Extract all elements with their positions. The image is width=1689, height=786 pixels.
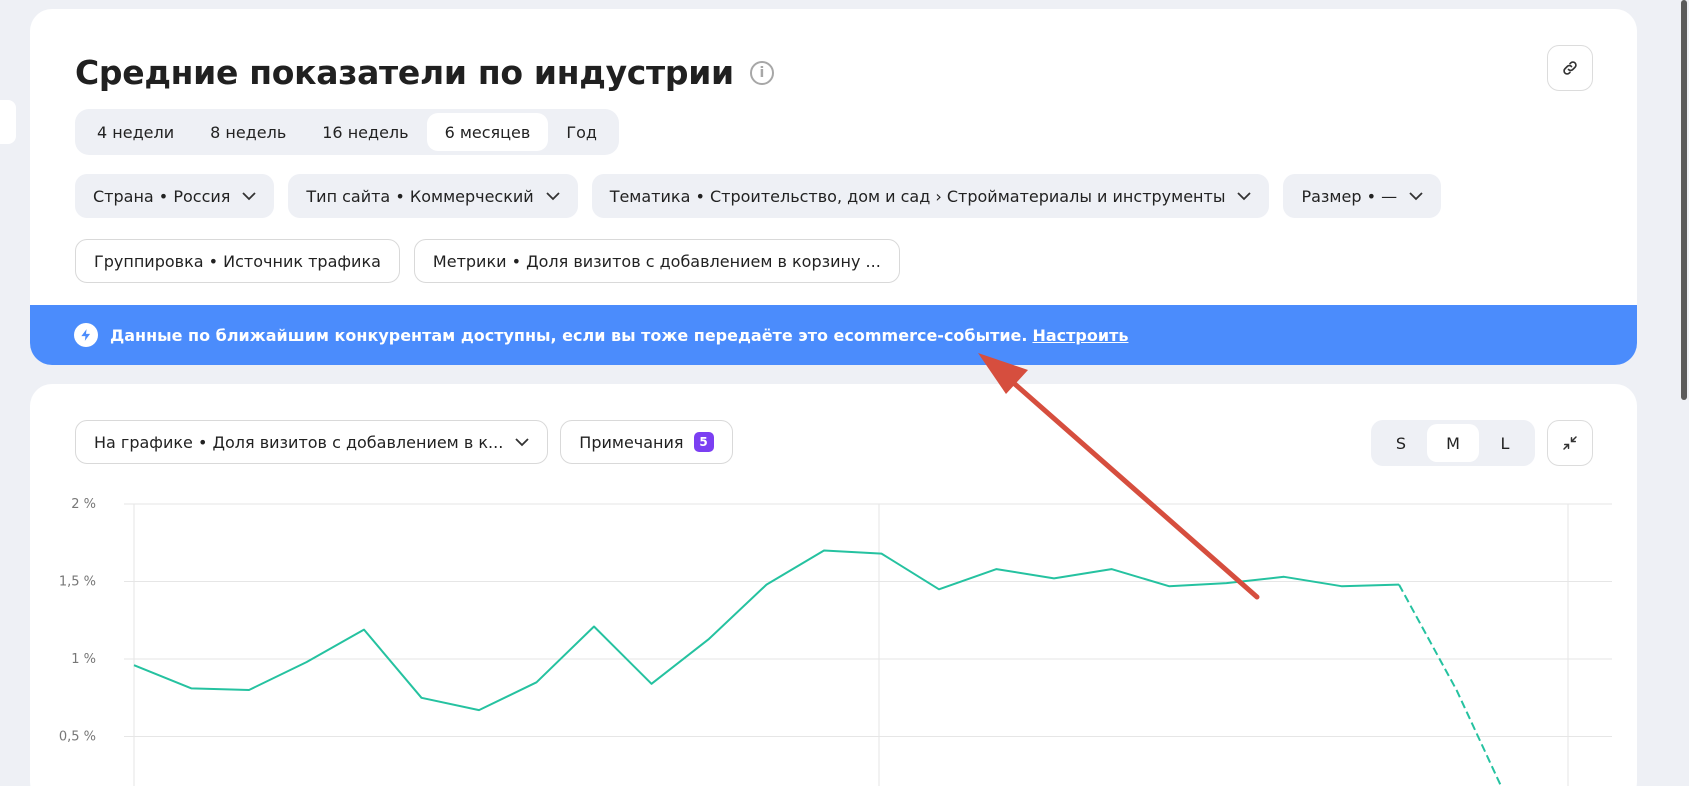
line-chart: 2 % 1,5 % 1 % 0,5 % — [59, 497, 1612, 786]
topic-filter[interactable]: Тематика • Строительство, дом и сад › Ст… — [591, 174, 1270, 218]
chart-card: На графике • Доля визитов с добавлением … — [30, 384, 1637, 786]
y-tick-label: 1,5 % — [59, 575, 96, 590]
page-title: Средние показатели по индустрии — [75, 53, 734, 92]
country-filter-label: Страна • Россия — [93, 186, 231, 206]
grouping-filter[interactable]: Группировка • Источник трафика — [75, 239, 400, 283]
site-type-filter[interactable]: Тип сайта • Коммерческий — [288, 174, 578, 218]
setup-link[interactable]: Настроить — [1032, 326, 1128, 345]
topic-filter-label: Тематика • Строительство, дом и сад › Ст… — [609, 186, 1226, 206]
site-type-filter-label: Тип сайта • Коммерческий — [306, 186, 534, 206]
grouping-filter-label: Группировка • Источник трафика — [94, 251, 381, 271]
y-tick-label: 1 % — [71, 652, 96, 667]
competitors-banner: Данные по ближайшим конкурентам доступны… — [30, 305, 1637, 365]
scrollbar-thumb[interactable] — [1681, 0, 1687, 400]
banner-text: Данные по ближайшим конкурентам доступны… — [110, 325, 1028, 345]
period-tab-8-weeks[interactable]: 8 недель — [192, 113, 304, 151]
scrollbar[interactable] — [1675, 0, 1689, 786]
copy-link-button[interactable] — [1547, 45, 1593, 91]
size-filter[interactable]: Размер • — — [1283, 174, 1442, 218]
size-filter-label: Размер • — — [1301, 186, 1398, 206]
filter-row-1: Страна • Россия Тип сайта • Коммерческий… — [75, 174, 1442, 218]
chevron-down-icon — [242, 191, 257, 201]
chevron-down-icon — [1237, 191, 1252, 201]
y-tick-label: 0,5 % — [59, 730, 96, 745]
period-tab-year[interactable]: Год — [548, 113, 615, 151]
chevron-down-icon — [546, 191, 560, 201]
y-tick-label: 2 % — [71, 497, 96, 512]
period-tab-6-months[interactable]: 6 месяцев — [426, 113, 549, 151]
period-selector: 4 недели 8 недель 16 недель 6 месяцев Го… — [75, 109, 619, 155]
period-tab-16-weeks[interactable]: 16 недель — [304, 113, 426, 151]
link-icon — [1563, 61, 1577, 75]
left-panel-edge — [0, 100, 16, 144]
chevron-down-icon — [1409, 191, 1423, 201]
metrics-filter-label: Метрики • Доля визитов с добавлением в к… — [432, 251, 881, 271]
industry-filters-card: Средние показатели по индустрии i 4 неде… — [30, 9, 1637, 365]
filter-row-2: Группировка • Источник трафика Метрики •… — [75, 239, 900, 283]
period-tab-4-weeks[interactable]: 4 недели — [79, 113, 192, 151]
title-row: Средние показатели по индустрии i — [75, 53, 774, 92]
series-line — [133, 549, 1400, 712]
bolt-icon — [74, 323, 98, 347]
series-line-dashed — [1398, 584, 1503, 786]
metrics-filter[interactable]: Метрики • Доля визитов с добавлением в к… — [413, 239, 900, 283]
country-filter[interactable]: Страна • Россия — [75, 174, 275, 218]
info-icon[interactable]: i — [749, 60, 774, 85]
